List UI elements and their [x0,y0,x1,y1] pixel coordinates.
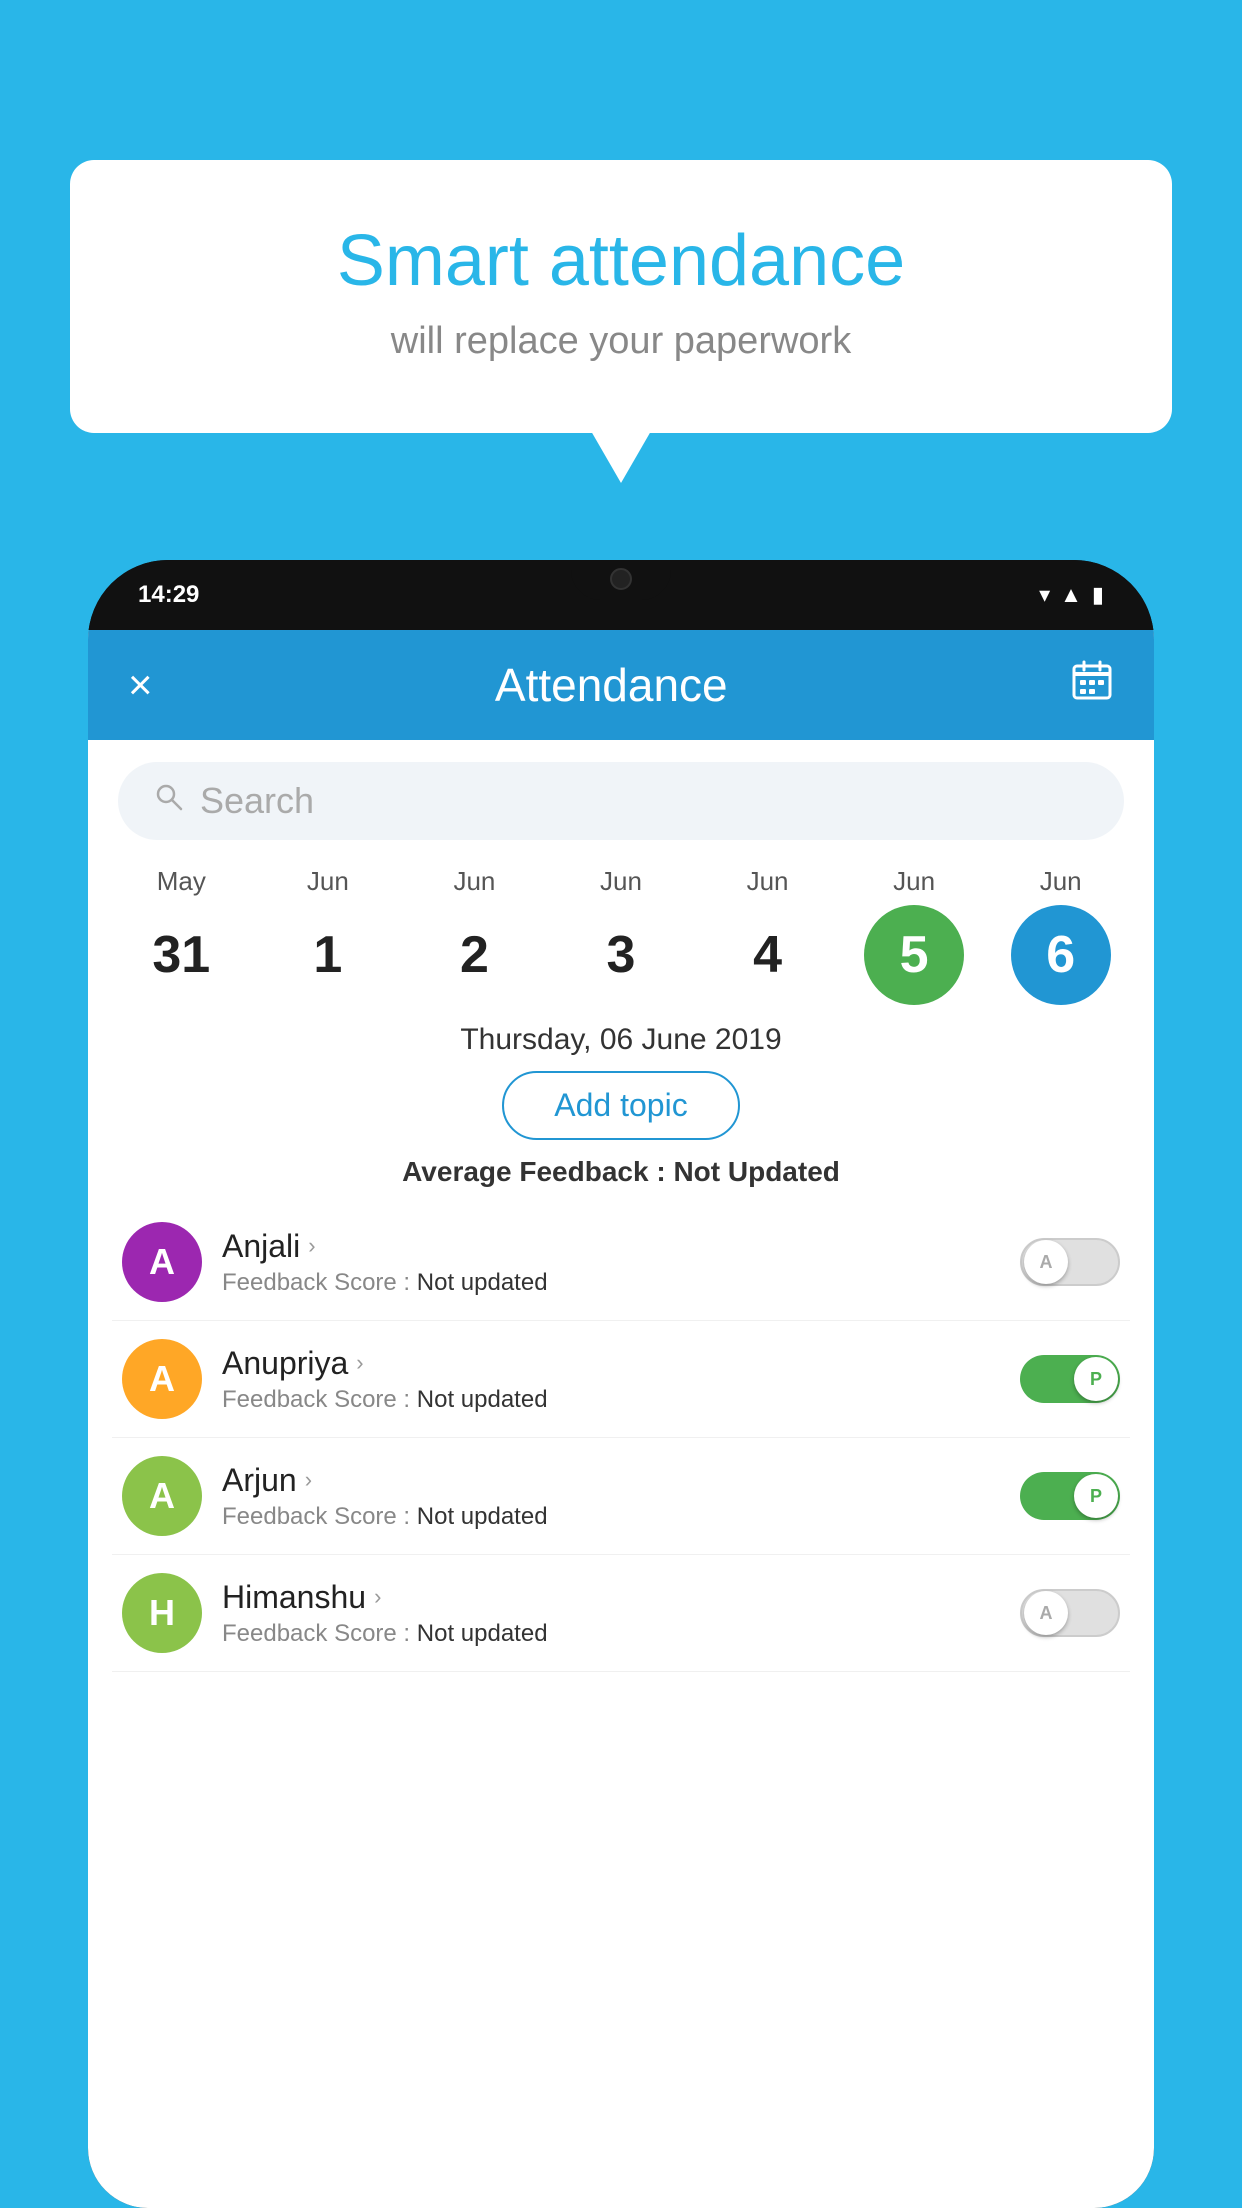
header-title: Attendance [495,658,728,712]
student-row-2[interactable]: AArjun ›Feedback Score : Not updatedP [112,1438,1130,1555]
date-col-6[interactable]: Jun6 [996,866,1126,1005]
date-col-4[interactable]: Jun4 [703,866,833,1005]
date-col-3[interactable]: Jun3 [556,866,686,1005]
toggle-anupriya[interactable]: P [1020,1355,1120,1403]
date-col-0[interactable]: May31 [116,866,246,1005]
avg-feedback: Average Feedback : Not Updated [88,1156,1154,1188]
student-list: AAnjali ›Feedback Score : Not updatedAAA… [88,1204,1154,1672]
wifi-icon: ▾ [1039,582,1050,608]
bubble-title: Smart attendance [150,220,1092,302]
avatar-anupriya: A [122,1339,202,1419]
avatar-arjun: A [122,1456,202,1536]
search-icon [154,782,184,820]
front-camera [610,568,632,590]
battery-icon: ▮ [1092,582,1104,608]
toggle-arjun[interactable]: P [1020,1472,1120,1520]
bubble-subtitle: will replace your paperwork [150,320,1092,363]
notch [571,560,671,600]
status-time: 14:29 [138,581,199,609]
date-strip: May31Jun1Jun2Jun3Jun4Jun5Jun6 [88,856,1154,1005]
avatar-himanshu: H [122,1573,202,1653]
search-placeholder: Search [200,780,314,822]
status-icons: ▾ ▲ ▮ [1039,582,1104,608]
student-row-1[interactable]: AAnupriya ›Feedback Score : Not updatedP [112,1321,1130,1438]
date-col-1[interactable]: Jun1 [263,866,393,1005]
toggle-anjali[interactable]: A [1020,1238,1120,1286]
date-col-2[interactable]: Jun2 [409,866,539,1005]
search-bar[interactable]: Search [118,762,1124,840]
calendar-icon[interactable] [1070,658,1114,712]
student-row-0[interactable]: AAnjali ›Feedback Score : Not updatedA [112,1204,1130,1321]
speech-bubble: Smart attendance will replace your paper… [70,160,1172,433]
phone-frame: 14:29 ▾ ▲ ▮ × Attendance [88,560,1154,2208]
app-header: × Attendance [88,630,1154,740]
date-col-5[interactable]: Jun5 [849,866,979,1005]
close-button[interactable]: × [128,661,153,709]
avatar-anjali: A [122,1222,202,1302]
signal-icon: ▲ [1060,582,1082,608]
add-topic-button[interactable]: Add topic [502,1071,739,1140]
selected-date-label: Thursday, 06 June 2019 [88,1023,1154,1057]
status-bar: 14:29 ▾ ▲ ▮ [88,560,1154,630]
phone-screen: × Attendance [88,630,1154,2208]
student-row-3[interactable]: HHimanshu ›Feedback Score : Not updatedA [112,1555,1130,1672]
toggle-himanshu[interactable]: A [1020,1589,1120,1637]
